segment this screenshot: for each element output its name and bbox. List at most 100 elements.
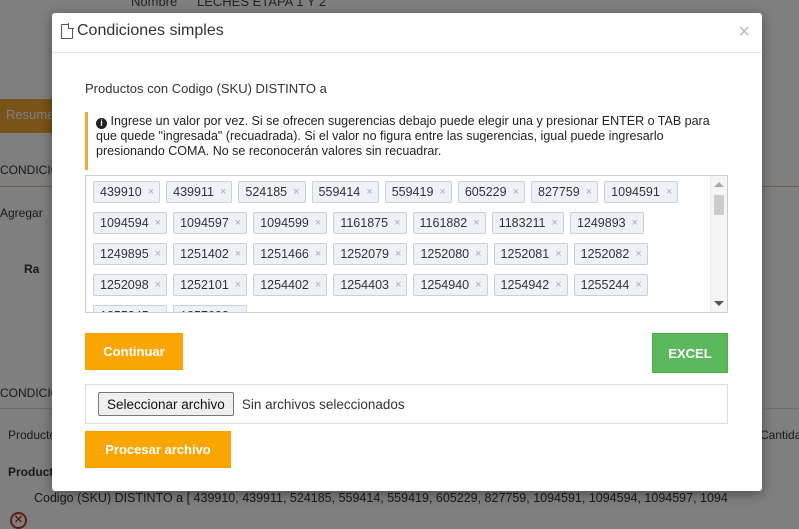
remove-tag-icon[interactable]: × (394, 217, 400, 229)
file-status: Sin archivos seleccionados (241, 396, 405, 412)
select-file-button[interactable]: Seleccionar archivo (98, 392, 234, 416)
sku-tag: 439910 × (93, 181, 161, 203)
help-text: Ingrese un valor por vez. Si se ofrecen … (96, 114, 710, 158)
remove-tag-icon[interactable]: × (555, 279, 561, 291)
sku-tag-label: 1094594 (100, 216, 149, 230)
sku-tag: 1161882 × (412, 212, 486, 234)
remove-tag-icon[interactable]: × (315, 248, 321, 260)
sku-tag: 524185 × (238, 181, 306, 203)
remove-tag-icon[interactable]: × (155, 279, 161, 291)
sku-tag-label: 827759 (538, 185, 580, 199)
sku-tag-label: 1255244 (580, 278, 630, 292)
sku-tag: 1251466 × (253, 243, 328, 265)
sku-tag: 1094594 × (93, 212, 168, 234)
remove-tag-icon[interactable]: × (395, 279, 401, 291)
field-label: Productos con Codigo (SKU) DISTINTO a (85, 81, 327, 96)
sku-tag: 1251402 × (173, 243, 248, 265)
sku-tag: 1254403 × (333, 274, 408, 296)
continuar-button[interactable]: Continuar (85, 333, 183, 370)
scroll-thumb[interactable] (714, 195, 724, 215)
sku-tag: 439911 × (166, 181, 233, 203)
tag-scrollbar[interactable] (710, 176, 727, 312)
sku-tag: 1252081 × (493, 243, 568, 265)
close-icon[interactable]: × (738, 22, 750, 42)
modal-title: Condiciones simples (61, 22, 224, 40)
sku-tag-label: 1183211 (498, 216, 546, 230)
sku-tag: 1249893 × (569, 212, 645, 234)
sku-tag-label: 439911 (173, 185, 214, 199)
remove-tag-icon[interactable]: × (315, 217, 321, 229)
sku-tag: 1094599 × (253, 212, 328, 234)
remove-tag-icon[interactable]: × (475, 279, 481, 291)
sku-tag: 559414 × (311, 181, 379, 203)
help-text-box: i Ingrese un valor por vez. Si se ofrece… (85, 112, 727, 170)
sku-tag-label: 1094591 (611, 185, 660, 199)
sku-tag-label: 1257633 (180, 309, 229, 312)
sku-tag-label: 1249895 (100, 247, 149, 261)
file-upload-field: Seleccionar archivo Sin archivos selecci… (85, 384, 728, 424)
sku-tag-input[interactable]: 439910 × 439911 × 524185 × 559414 × 559419 × 60522… (85, 175, 728, 313)
scroll-down-icon[interactable] (714, 301, 724, 306)
excel-button[interactable]: EXCEL (652, 333, 728, 373)
sku-tag: 1252101 × (173, 274, 248, 296)
sku-tag-label: 1251402 (180, 247, 229, 261)
sku-tag-label: 1251466 (260, 247, 309, 261)
modal-title-text: Condiciones simples (77, 22, 224, 39)
sku-tag-label: 1255245 (100, 309, 149, 312)
sku-tag-label: 1094599 (260, 216, 309, 230)
scroll-up-icon[interactable] (714, 182, 724, 187)
remove-tag-icon[interactable]: × (155, 310, 161, 312)
document-icon (61, 22, 74, 39)
modal-header: Condiciones simples × (52, 13, 762, 53)
remove-tag-icon[interactable]: × (395, 248, 401, 260)
condiciones-modal: Condiciones simples × Productos con Codi… (52, 13, 762, 491)
sku-tag: 1254940 × (413, 274, 488, 296)
remove-tag-icon[interactable]: × (473, 217, 479, 229)
remove-tag-icon[interactable]: × (632, 217, 638, 229)
sku-tag-label: 439910 (100, 185, 142, 199)
remove-tag-icon[interactable]: × (315, 279, 321, 291)
remove-tag-icon[interactable]: × (235, 279, 241, 291)
sku-tag: 1254402 × (253, 274, 328, 296)
sku-tag-label: 1249893 (576, 216, 626, 230)
remove-tag-icon[interactable]: × (220, 186, 226, 198)
sku-tag: 1252082 × (573, 243, 648, 265)
remove-tag-icon[interactable]: × (475, 248, 481, 260)
remove-tag-icon[interactable]: × (666, 186, 672, 198)
sku-tag-label: 1161875 (340, 216, 389, 230)
sku-tag: 1161875 × (333, 212, 407, 234)
sku-tag-label: 1252098 (100, 278, 149, 292)
sku-tag: 1252080 × (413, 243, 488, 265)
sku-tag: 1257633 × (173, 305, 248, 312)
remove-tag-icon[interactable]: × (155, 248, 161, 260)
sku-tag-label: 1254402 (260, 278, 309, 292)
remove-tag-icon[interactable]: × (513, 186, 519, 198)
sku-tag: 827759 × (531, 181, 599, 203)
sku-tag: 605229 × (457, 181, 526, 203)
remove-tag-icon[interactable]: × (235, 248, 241, 260)
tag-list: 439910 × 439911 × 524185 × 559414 × 559419 × 60522… (86, 176, 727, 312)
remove-tag-icon[interactable]: × (635, 279, 641, 291)
remove-tag-icon[interactable]: × (555, 248, 561, 260)
sku-tag: 1183211 × (491, 212, 564, 234)
remove-tag-icon[interactable]: × (155, 217, 161, 229)
sku-tag-label: 1252081 (500, 247, 550, 261)
remove-tag-icon[interactable]: × (148, 186, 154, 198)
remove-tag-icon[interactable]: × (552, 217, 558, 229)
remove-tag-icon[interactable]: × (366, 186, 372, 198)
sku-tag-label: 1252080 (420, 247, 470, 261)
remove-tag-icon[interactable]: × (293, 186, 299, 198)
sku-tag-label: 524185 (245, 185, 288, 199)
remove-tag-icon[interactable]: × (439, 186, 445, 198)
sku-tag-label: 605229 (464, 185, 507, 199)
sku-tag-label: 1254942 (500, 278, 550, 292)
sku-tag-label: 559414 (318, 185, 361, 199)
remove-tag-icon[interactable]: × (586, 186, 592, 198)
remove-tag-icon[interactable]: × (635, 248, 641, 260)
remove-tag-icon[interactable]: × (235, 217, 241, 229)
remove-tag-icon[interactable]: × (235, 310, 241, 312)
sku-tag: 1094597 × (173, 212, 248, 234)
sku-tag-label: 1252079 (340, 247, 389, 261)
procesar-archivo-button[interactable]: Procesar archivo (85, 431, 231, 468)
sku-tag-label: 1254403 (340, 278, 389, 292)
